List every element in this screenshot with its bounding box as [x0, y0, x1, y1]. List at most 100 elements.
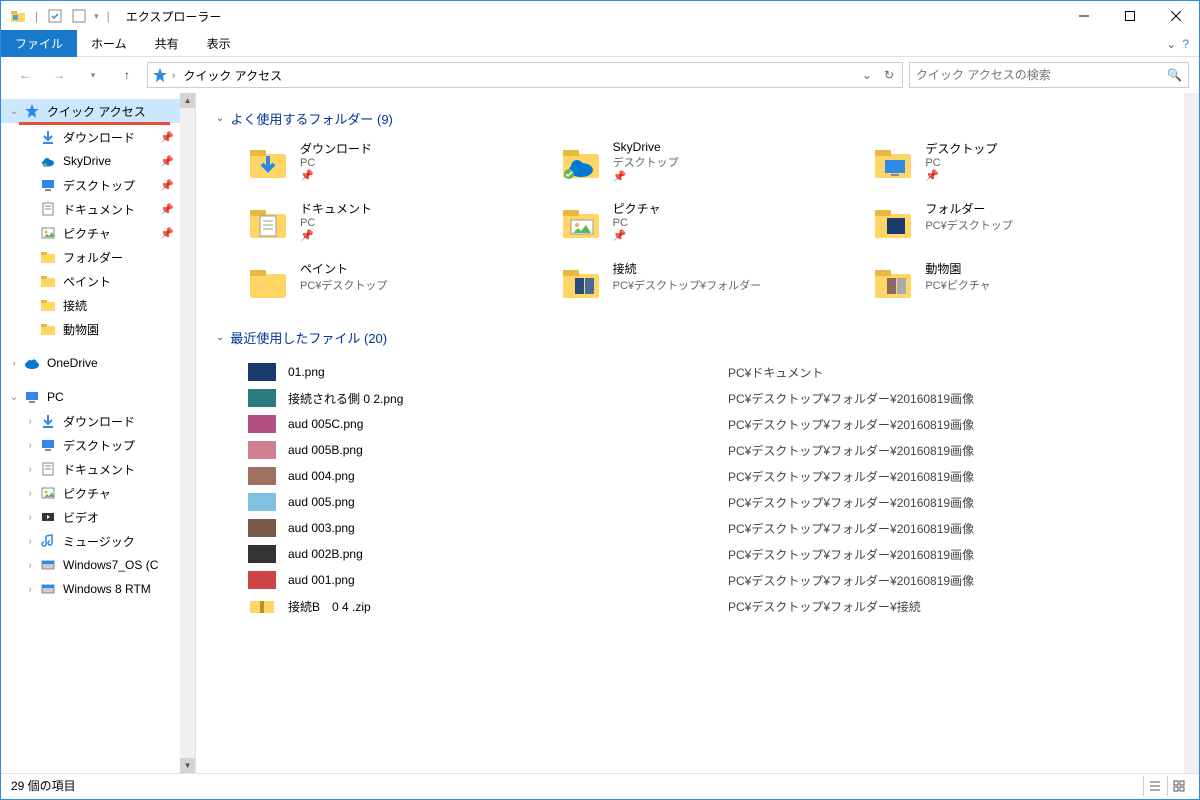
section-recent-files[interactable]: ⌄ 最近使用したファイル (20): [216, 328, 1164, 347]
folder-name: SkyDrive: [613, 140, 679, 154]
sidebar-item-4[interactable]: ピクチャ📌: [1, 221, 180, 245]
chevron-right-icon[interactable]: ›: [23, 536, 37, 547]
folder-item-3[interactable]: ドキュメントPC📌: [246, 200, 539, 244]
sidebar-pc-item-4[interactable]: ›ビデオ: [1, 505, 180, 529]
folder-item-4[interactable]: ピクチャPC📌: [559, 200, 852, 244]
sidebar-scrollbar[interactable]: ▲ ▼: [180, 93, 195, 773]
folder-item-1[interactable]: SkyDriveデスクトップ📌: [559, 140, 852, 184]
chevron-right-icon[interactable]: ›: [23, 512, 37, 523]
content-scrollbar[interactable]: [1184, 93, 1199, 773]
sidebar-pc[interactable]: ⌄ PC: [1, 385, 180, 409]
maximize-button[interactable]: [1107, 1, 1153, 31]
minimize-button[interactable]: [1061, 1, 1107, 31]
file-thumbnail-icon: [246, 441, 278, 459]
sidebar-pc-item-1[interactable]: ›デスクトップ: [1, 433, 180, 457]
chevron-right-icon[interactable]: ›: [23, 416, 37, 427]
scroll-up-icon[interactable]: ▲: [180, 93, 195, 108]
chevron-right-icon[interactable]: ›: [7, 358, 21, 369]
folder-location: PC¥デスクトップ¥フォルダー: [613, 277, 762, 293]
sidebar-item-3[interactable]: ドキュメント📌: [1, 197, 180, 221]
properties-icon[interactable]: [46, 7, 64, 25]
file-thumbnail-icon: [246, 597, 278, 615]
tree-icon: [39, 484, 57, 502]
sidebar-pc-item-6[interactable]: ›Windows7_OS (C: [1, 553, 180, 577]
folder-item-7[interactable]: 接続PC¥デスクトップ¥フォルダー: [559, 260, 852, 304]
qat-dropdown-icon[interactable]: ▾: [94, 11, 99, 22]
chevron-right-icon[interactable]: ›: [23, 584, 37, 595]
sidebar-item-0[interactable]: ダウンロード📌: [1, 125, 180, 149]
file-row-2[interactable]: aud 005C.pngPC¥デスクトップ¥フォルダー¥20160819画像: [246, 411, 1164, 437]
tree-icon: [39, 248, 57, 266]
address-bar[interactable]: › クイック アクセス ⌄ ↻: [147, 62, 903, 88]
sidebar-onedrive[interactable]: › OneDrive: [1, 351, 180, 375]
file-row-6[interactable]: aud 003.pngPC¥デスクトップ¥フォルダー¥20160819画像: [246, 515, 1164, 541]
file-row-3[interactable]: aud 005B.pngPC¥デスクトップ¥フォルダー¥20160819画像: [246, 437, 1164, 463]
ribbon-tab-share[interactable]: 共有: [141, 30, 193, 57]
chevron-down-icon[interactable]: ⌄: [7, 392, 21, 403]
folder-icon: [871, 140, 915, 184]
file-row-9[interactable]: 接続B 0 4 .zipPC¥デスクトップ¥フォルダー¥接続: [246, 593, 1164, 619]
sidebar-pc-item-0[interactable]: ›ダウンロード: [1, 409, 180, 433]
sidebar-item-6[interactable]: ペイント: [1, 269, 180, 293]
sidebar-pc-item-2[interactable]: ›ドキュメント: [1, 457, 180, 481]
search-icon[interactable]: 🔍: [1167, 68, 1182, 82]
file-row-1[interactable]: 接続される側 0 2.pngPC¥デスクトップ¥フォルダー¥20160819画像: [246, 385, 1164, 411]
sidebar-item-8[interactable]: 動物園: [1, 317, 180, 341]
folder-item-0[interactable]: ダウンロードPC📌: [246, 140, 539, 184]
sidebar-pc-item-5[interactable]: ›ミュージック: [1, 529, 180, 553]
ribbon-tab-home[interactable]: ホーム: [77, 30, 141, 57]
sidebar-quick-access[interactable]: ⌄ クイック アクセス: [1, 99, 180, 123]
file-path: PC¥デスクトップ¥フォルダー¥20160819画像: [728, 520, 974, 537]
folder-item-8[interactable]: 動物園PC¥ピクチャ: [871, 260, 1164, 304]
chevron-right-icon[interactable]: ›: [23, 464, 37, 475]
sidebar-pc-item-7[interactable]: ›Windows 8 RTM: [1, 577, 180, 601]
folder-item-5[interactable]: フォルダーPC¥デスクトップ: [871, 200, 1164, 244]
back-button[interactable]: ←: [11, 61, 39, 89]
sidebar-item-1[interactable]: SkyDrive📌: [1, 149, 180, 173]
file-tab[interactable]: ファイル: [1, 30, 77, 57]
file-row-5[interactable]: aud 005.pngPC¥デスクトップ¥フォルダー¥20160819画像: [246, 489, 1164, 515]
chevron-right-icon[interactable]: ›: [23, 560, 37, 571]
navbar: ← → ▾ ↑ › クイック アクセス ⌄ ↻ 🔍: [1, 57, 1199, 93]
address-dropdown-icon[interactable]: ⌄: [858, 68, 876, 82]
up-button[interactable]: ↑: [113, 61, 141, 89]
pin-icon: 📌: [300, 169, 372, 182]
sidebar-item-7[interactable]: 接続: [1, 293, 180, 317]
help-icon[interactable]: ?: [1182, 37, 1189, 51]
folder-item-6[interactable]: ペイントPC¥デスクトップ: [246, 260, 539, 304]
sidebar-item-label: ピクチャ: [63, 225, 111, 242]
details-view-button[interactable]: [1143, 776, 1165, 796]
search-box[interactable]: 🔍: [909, 62, 1189, 88]
file-row-8[interactable]: aud 001.pngPC¥デスクトップ¥フォルダー¥20160819画像: [246, 567, 1164, 593]
section-frequent-folders[interactable]: ⌄ よく使用するフォルダー (9): [216, 109, 1164, 128]
chevron-right-icon[interactable]: ›: [23, 440, 37, 451]
search-input[interactable]: [916, 68, 1167, 82]
forward-button[interactable]: →: [45, 61, 73, 89]
ribbon-tab-view[interactable]: 表示: [193, 30, 245, 57]
scroll-down-icon[interactable]: ▼: [180, 758, 195, 773]
folder-location: デスクトップ: [613, 154, 679, 170]
address-chevron-icon[interactable]: ›: [172, 70, 175, 81]
recent-dropdown-icon[interactable]: ▾: [79, 61, 107, 89]
sidebar-item-5[interactable]: フォルダー: [1, 245, 180, 269]
file-path: PC¥デスクトップ¥フォルダー¥接続: [728, 598, 921, 615]
chevron-down-icon[interactable]: ⌄: [7, 106, 21, 117]
chevron-right-icon[interactable]: ›: [23, 488, 37, 499]
file-row-7[interactable]: aud 002B.pngPC¥デスクトップ¥フォルダー¥20160819画像: [246, 541, 1164, 567]
refresh-icon[interactable]: ↻: [880, 68, 898, 82]
sidebar-pc-item-3[interactable]: ›ピクチャ: [1, 481, 180, 505]
file-row-0[interactable]: 01.pngPC¥ドキュメント: [246, 359, 1164, 385]
thumbnails-view-button[interactable]: [1167, 776, 1189, 796]
file-thumbnail-icon: [246, 545, 278, 563]
file-row-4[interactable]: aud 004.pngPC¥デスクトップ¥フォルダー¥20160819画像: [246, 463, 1164, 489]
folder-name: 動物園: [925, 260, 990, 277]
folder-item-2[interactable]: デスクトップPC📌: [871, 140, 1164, 184]
close-button[interactable]: [1153, 1, 1199, 31]
sidebar-item-2[interactable]: デスクトップ📌: [1, 173, 180, 197]
quick-access-dropdown-icon[interactable]: [70, 7, 88, 25]
chevron-down-icon[interactable]: ⌄: [216, 113, 224, 124]
folder-icon: [246, 260, 290, 304]
file-name: aud 005C.png: [288, 417, 728, 431]
chevron-down-icon[interactable]: ⌄: [216, 332, 224, 343]
ribbon-expand-icon[interactable]: ⌄: [1166, 37, 1176, 51]
